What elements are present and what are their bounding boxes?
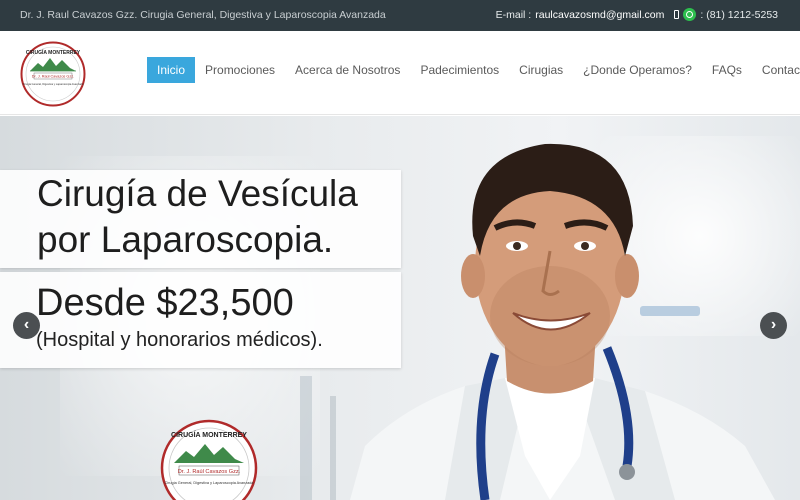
chevron-right-icon: › [770,316,777,333]
nav-padecimientos[interactable]: Padecimientos [410,57,509,83]
logo-name: Dr. J. Raúl Cavazos Gzz. [32,75,74,79]
email-label: E-mail : [495,8,532,21]
email-link[interactable]: raulcavazosmd@gmail.com [535,9,664,21]
hero-headline-line1: Cirugía de Vesícula [37,173,358,214]
nav-donde-operamos[interactable]: ¿Donde Operamos? [573,57,702,83]
whatsapp-icon[interactable] [683,8,697,21]
nav-cirugias[interactable]: Cirugias [509,57,573,83]
phone-number[interactable]: : (81) 1212-5253 [700,9,778,21]
nav-promociones[interactable]: Promociones [195,57,285,83]
main-nav: Inicio Promociones Acerca de Nosotros Pa… [147,57,800,83]
chevron-left-icon: ‹ [23,316,30,333]
contact-info: E-mail : raulcavazosmd@gmail.com : (81) … [496,8,778,21]
site-logo[interactable]: CIRUGÍA MONTERREY Dr. J. Raúl Cavazos Gz… [20,41,86,107]
hero-price: Desde $23,500 [36,282,294,324]
site-header: CIRUGÍA MONTERREY Dr. J. Raúl Cavazos Gz… [0,31,800,115]
hero-logo-subtitle: Cirugía General, Digestiva y Laparoscopi… [165,481,255,485]
hero-slider: Cirugía de Vesícula por Laparoscopia. De… [0,116,800,500]
hero-headline-line2: por Laparoscopia. [37,219,334,260]
hero-background-pillar [300,376,312,500]
hero-price-note: (Hospital y honorarios médicos). [36,329,323,351]
hero-logo-name: Dr. J. Raúl Cavazos Gzz. [178,469,241,475]
nav-acerca[interactable]: Acerca de Nosotros [285,57,410,83]
hero-background-pillar-2 [330,396,336,500]
phone-icon [674,10,680,19]
logo-top-text: CIRUGÍA MONTERREY [26,48,81,56]
slider-prev-button[interactable]: ‹ [13,312,40,339]
hero-logo-top-text: CIRUGÍA MONTERREY [171,430,247,439]
doctor-photo [350,143,775,500]
top-bar: Dr. J. Raul Cavazos Gzz. Cirugia General… [0,0,800,31]
nav-faqs[interactable]: FAQs [702,57,752,83]
slider-next-button[interactable]: › [760,312,787,339]
logo-subtitle: Cirugía General, Digestiva y Laparoscopi… [23,82,84,86]
top-tagline: Dr. J. Raul Cavazos Gzz. Cirugia General… [20,9,386,21]
nav-inicio[interactable]: Inicio [147,57,196,83]
hero-logo-badge: CIRUGÍA MONTERREY Dr. J. Raúl Cavazos Gz… [160,419,258,500]
nav-contacto[interactable]: Contacto [752,57,800,83]
